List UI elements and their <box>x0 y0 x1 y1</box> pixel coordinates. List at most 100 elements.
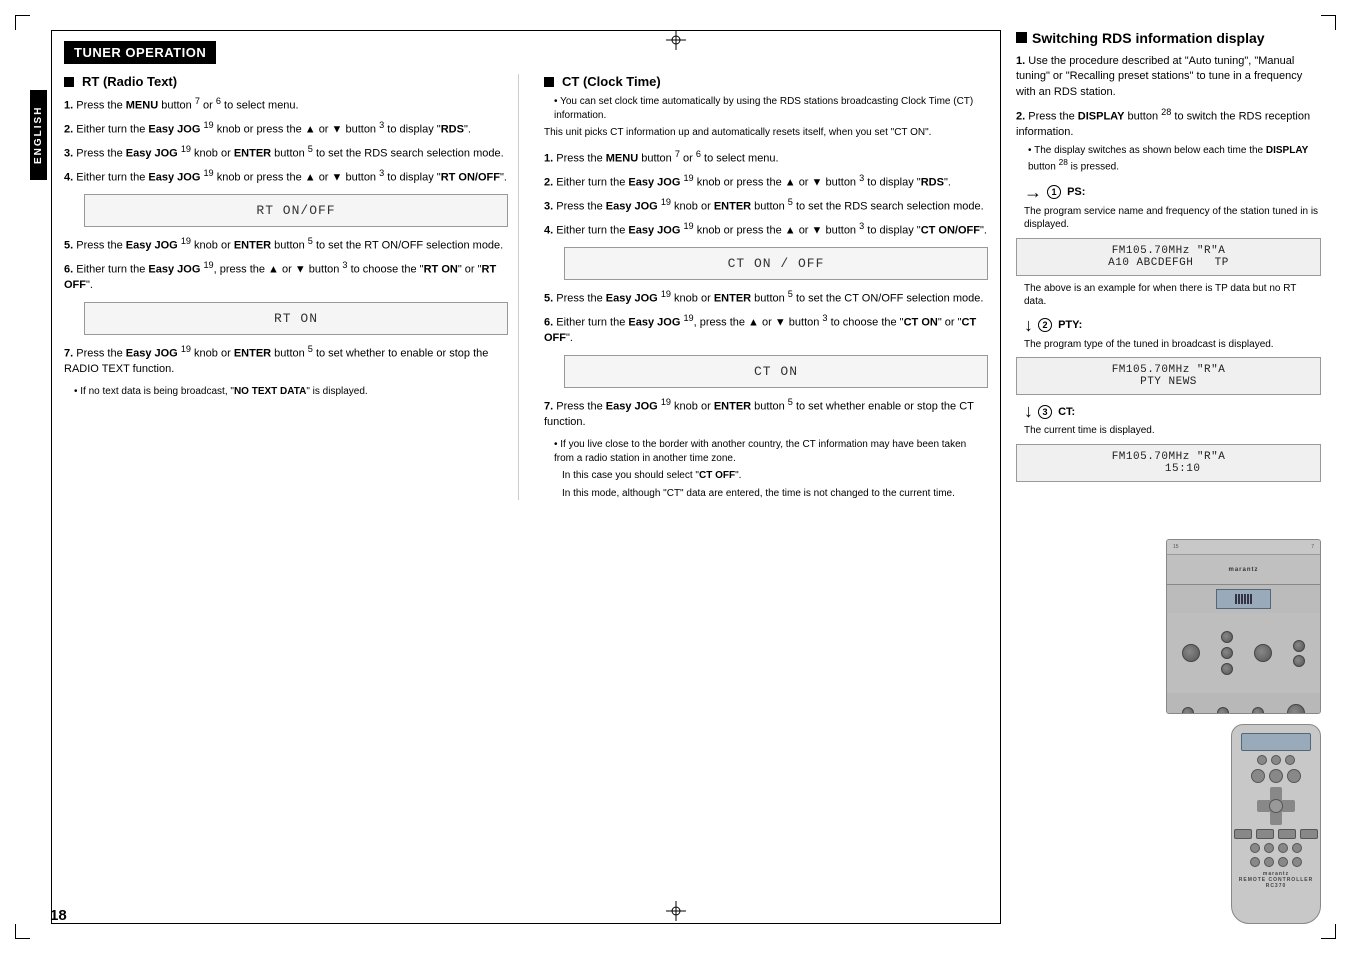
arrow-to-ps: → 1 PS: <box>1024 182 1321 203</box>
num-15: 15 <box>1173 544 1179 550</box>
rt-display-1: RT ON/OFF <box>84 194 508 227</box>
ct-display-2: CT ON <box>564 355 988 388</box>
right-panel: Switching RDS information display 1. Use… <box>1001 30 1321 924</box>
ct-step-5: 5. Press the Easy JOG 19 knob or ENTER b… <box>544 288 988 307</box>
remote-btn-1 <box>1257 755 1267 765</box>
bar-2 <box>1238 594 1240 604</box>
rt-step-7: 7. Press the Easy JOG 19 knob or ENTER b… <box>64 343 508 377</box>
rt-step-6: 6. Either turn the Easy JOG 19, press th… <box>64 259 508 293</box>
knob-left <box>1182 644 1200 662</box>
remote-row-2 <box>1251 769 1301 783</box>
remote-btn-rect-4 <box>1300 829 1318 839</box>
num-7: 7 <box>1311 544 1314 550</box>
ct-note3: In this mode, although "CT" data are ent… <box>562 487 988 501</box>
remote-dpad <box>1257 787 1295 825</box>
ct-square-icon <box>544 77 554 87</box>
bottom-knob-1 <box>1182 707 1194 714</box>
arrow-to-ct: ↓ 3 CT: <box>1024 401 1321 422</box>
arrow-right-icon: → <box>1024 182 1042 203</box>
remote-btn-6 <box>1287 769 1301 783</box>
crosshair-bottom <box>666 901 686 924</box>
remote-btn-3 <box>1285 755 1295 765</box>
columns-layout: RT (Radio Text) 1. Press the MENU button… <box>64 74 988 500</box>
display-bars <box>1235 594 1252 604</box>
remote-btn-s8 <box>1292 857 1302 867</box>
remote-btn-2 <box>1271 755 1281 765</box>
knob-mid <box>1221 647 1233 659</box>
bottom-knob-3 <box>1252 707 1264 714</box>
remote-row-3 <box>1234 829 1318 839</box>
switching-step-2: 2. Press the DISPLAY button 28 to switch… <box>1016 106 1321 174</box>
ct-column: CT (Clock Time) You can set clock time a… <box>539 74 988 500</box>
knob-right <box>1254 644 1272 662</box>
marantz-logo: marantz <box>1228 567 1258 573</box>
remote-diagram: marantzREMOTE CONTROLLERRC370 <box>1231 724 1321 924</box>
receiver-top: marantz <box>1167 555 1320 585</box>
ct-intro: You can set clock time automatically by … <box>554 95 988 122</box>
english-label: ENGLISH <box>30 90 47 180</box>
receiver-diagram: 15 7 marantz <box>1166 539 1321 714</box>
ct-step-6: 6. Either turn the Easy JOG 19, press th… <box>544 312 988 346</box>
main-content: ENGLISH TUNER OPERATION RT (Radio Text) … <box>30 30 1321 924</box>
knob-bot <box>1221 663 1233 675</box>
remote-btn-4 <box>1251 769 1265 783</box>
remote-btn-s4 <box>1292 843 1302 853</box>
switching-note: • The display switches as shown below ea… <box>1028 144 1321 174</box>
page-number: 18 <box>50 907 67 924</box>
remote-btn-s2 <box>1264 843 1274 853</box>
ct-steps-3: 7. Press the Easy JOG 19 knob or ENTER b… <box>544 396 988 430</box>
rt-square-icon <box>64 77 74 87</box>
receiver-display <box>1216 589 1271 609</box>
knob-tl <box>1293 640 1305 652</box>
rt-note: If no text data is being broadcast, "NO … <box>74 385 508 399</box>
arrow-down-2-icon: ↓ <box>1024 401 1033 422</box>
crosshair-top <box>666 30 686 53</box>
remote-btn-rect-1 <box>1234 829 1252 839</box>
remote-btn-s1 <box>1250 843 1260 853</box>
remote-display <box>1241 733 1311 751</box>
remote-btn-rect-3 <box>1278 829 1296 839</box>
pty-circle: 2 <box>1038 318 1052 332</box>
bar-3 <box>1241 594 1243 604</box>
ps-label: 1 PS: <box>1047 185 1085 199</box>
remote-btn-rect-2 <box>1256 829 1274 839</box>
bar-5 <box>1247 594 1249 604</box>
ct-step-4: 4. Either turn the Easy JOG 19 knob or p… <box>544 220 988 239</box>
rt-step-3: 3. Press the Easy JOG 19 knob or ENTER b… <box>64 143 508 162</box>
ct-step-3: 3. Press the Easy JOG 19 knob or ENTER b… <box>544 196 988 215</box>
devices-area: 15 7 marantz <box>1016 539 1321 924</box>
arrow-to-pty: ↓ 2 PTY: <box>1024 315 1321 336</box>
bottom-knob-large <box>1287 704 1305 714</box>
remote-row-1 <box>1257 755 1295 765</box>
remote-btn-s3 <box>1278 843 1288 853</box>
bar-1 <box>1235 594 1237 604</box>
corner-mark-tr <box>1321 15 1336 30</box>
remote-btn-s6 <box>1264 857 1274 867</box>
ps-desc: The program service name and frequency o… <box>1024 205 1321 232</box>
ct-display-rds: FM105.70MHz "R"A 15:10 <box>1016 444 1321 482</box>
ct-steps-2: 5. Press the Easy JOG 19 knob or ENTER b… <box>544 288 988 346</box>
corner-mark-bl <box>15 924 30 939</box>
ct-display-1: CT ON / OFF <box>564 247 988 280</box>
ct-steps-1: 1. Press the MENU button 7 or 6 to selec… <box>544 148 988 239</box>
section-header: TUNER OPERATION <box>64 41 216 64</box>
bar-4 <box>1244 594 1246 604</box>
remote-row-5 <box>1250 857 1302 867</box>
rt-title: RT (Radio Text) <box>64 74 508 89</box>
ct-step-1: 1. Press the MENU button 7 or 6 to selec… <box>544 148 988 167</box>
pty-desc: The program type of the tuned in broadca… <box>1024 338 1321 352</box>
remote-btn-s5 <box>1250 857 1260 867</box>
remote-btn-s7 <box>1278 857 1288 867</box>
switching-steps: 1. Use the procedure described at "Auto … <box>1016 54 1321 174</box>
ct-step-7: 7. Press the Easy JOG 19 knob or ENTER b… <box>544 396 988 430</box>
rt-step-5: 5. Press the Easy JOG 19 knob or ENTER b… <box>64 235 508 254</box>
rt-steps-3: 7. Press the Easy JOG 19 knob or ENTER b… <box>64 343 508 377</box>
page: ENGLISH TUNER OPERATION RT (Radio Text) … <box>0 0 1351 954</box>
ct-intro2: This unit picks CT information up and au… <box>544 126 988 140</box>
ct-note1: If you live close to the border with ano… <box>554 438 988 465</box>
ct-title: CT (Clock Time) <box>544 74 988 89</box>
knob-bl <box>1293 655 1305 667</box>
rt-step-1: 1. Press the MENU button 7 or 6 to selec… <box>64 95 508 114</box>
switching-step-1: 1. Use the procedure described at "Auto … <box>1016 54 1321 100</box>
bottom-knob-2 <box>1217 707 1229 714</box>
